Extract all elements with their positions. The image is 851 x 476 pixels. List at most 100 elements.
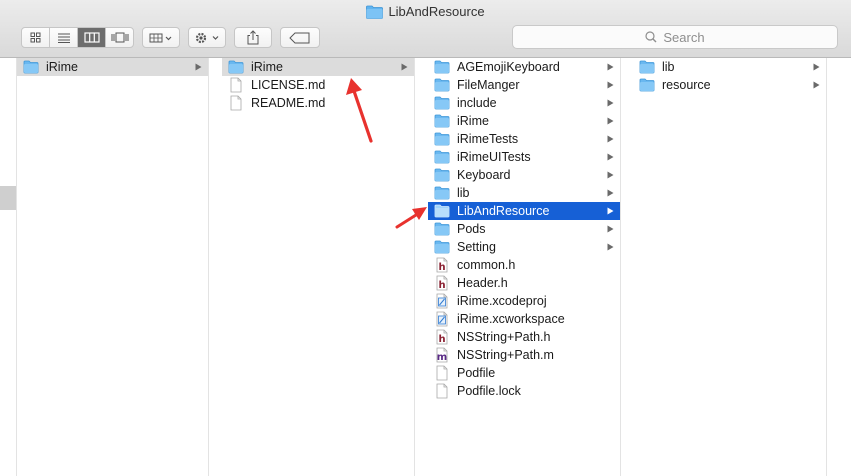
disclosure-arrow — [606, 207, 614, 215]
folder-row[interactable]: iRimeUITests — [428, 148, 620, 166]
toolbar: LibAndResource Search — [0, 0, 851, 58]
disclosure-arrow — [606, 243, 614, 251]
cover-flow-view-button[interactable] — [106, 28, 133, 47]
file-row[interactable]: README.md — [222, 94, 414, 112]
row-icon: m — [434, 347, 450, 363]
row-icon — [434, 203, 450, 219]
folder-row[interactable]: iRime — [428, 112, 620, 130]
disclosure-arrow — [606, 99, 614, 107]
disclosure-arrow-icon — [607, 117, 613, 125]
header-file-icon: h — [436, 275, 448, 291]
disclosure-arrow — [194, 63, 202, 71]
annotation-arrow-up — [346, 78, 373, 143]
document-icon — [230, 77, 242, 93]
file-row[interactable]: h Header.h — [428, 274, 620, 292]
row-icon — [434, 185, 450, 201]
folder-icon — [434, 150, 450, 164]
row-icon — [434, 59, 450, 75]
file-row[interactable]: Podfile — [428, 364, 620, 382]
action-button[interactable] — [188, 27, 226, 48]
icon-view-button[interactable] — [22, 28, 50, 47]
header-file-icon: h — [436, 329, 448, 345]
row-label: iRime — [251, 60, 283, 74]
column-3: AGEmojiKeyboard FileManger include iRime iRi… — [428, 58, 621, 476]
search-icon — [645, 31, 657, 43]
annotation-arrow-right — [395, 207, 427, 229]
row-label: Keyboard — [457, 168, 511, 182]
disclosure-arrow — [606, 189, 614, 197]
folder-row[interactable]: AGEmojiKeyboard — [428, 58, 620, 76]
row-icon — [434, 77, 450, 93]
row-label: iRime.xcworkspace — [457, 312, 565, 326]
folder-icon — [434, 222, 450, 236]
row-icon — [434, 149, 450, 165]
row-label: resource — [662, 78, 711, 92]
folder-icon — [434, 168, 450, 182]
list-icon — [57, 33, 70, 43]
row-icon: h — [434, 257, 450, 273]
column-1: iRime — [17, 58, 209, 476]
folder-row[interactable]: Pods — [428, 220, 620, 238]
document-icon — [436, 365, 448, 381]
row-label: NSString+Path.m — [457, 348, 554, 362]
folder-row[interactable]: lib — [633, 58, 826, 76]
row-label: include — [457, 96, 497, 110]
list-view-button[interactable] — [50, 28, 78, 47]
row-icon — [434, 311, 450, 327]
window-title-text: LibAndResource — [388, 4, 485, 19]
arrange-button[interactable] — [142, 27, 180, 48]
folder-icon — [434, 240, 450, 254]
share-icon — [247, 30, 259, 45]
gear-icon — [195, 32, 219, 43]
view-mode-selector[interactable] — [21, 27, 134, 48]
folder-row[interactable]: Setting — [428, 238, 620, 256]
folder-row[interactable]: LibAndResource — [428, 202, 620, 220]
folder-row[interactable]: FileManger — [428, 76, 620, 94]
column-gutter — [0, 58, 17, 476]
folder-icon — [434, 204, 450, 218]
disclosure-arrow — [606, 117, 614, 125]
disclosure-arrow — [606, 225, 614, 233]
folder-icon — [23, 60, 39, 74]
svg-text:h: h — [438, 280, 445, 291]
row-label: iRime — [46, 60, 78, 74]
row-icon — [434, 131, 450, 147]
row-label: Header.h — [457, 276, 508, 290]
file-row[interactable]: iRime.xcodeproj — [428, 292, 620, 310]
disclosure-arrow — [606, 81, 614, 89]
document-icon — [436, 383, 448, 399]
folder-row[interactable]: Keyboard — [428, 166, 620, 184]
file-row[interactable]: LICENSE.md — [222, 76, 414, 94]
folder-row[interactable]: include — [428, 94, 620, 112]
folder-row[interactable]: iRime — [17, 58, 208, 76]
row-label: common.h — [457, 258, 516, 272]
row-icon — [434, 95, 450, 111]
row-label: iRimeTests — [457, 132, 519, 146]
row-icon — [434, 383, 450, 399]
xcodeproj-icon — [436, 293, 448, 309]
row-label: LICENSE.md — [251, 78, 326, 92]
header-file-icon: h — [436, 257, 448, 273]
tags-button[interactable] — [280, 27, 320, 48]
file-row[interactable]: iRime.xcworkspace — [428, 310, 620, 328]
folder-row[interactable]: resource — [633, 76, 826, 94]
share-button[interactable] — [234, 27, 272, 48]
finder-window: LibAndResource Search iRime iRime LICENS… — [0, 0, 851, 476]
row-icon — [434, 221, 450, 237]
column-2: iRime LICENSE.md README.md — [222, 58, 415, 476]
disclosure-arrow-icon — [607, 171, 613, 179]
column-view-button[interactable] — [78, 28, 106, 47]
folder-row[interactable]: lib — [428, 184, 620, 202]
folder-row[interactable]: iRime — [222, 58, 414, 76]
file-row[interactable]: m NSString+Path.m — [428, 346, 620, 364]
folder-row[interactable]: iRimeTests — [428, 130, 620, 148]
file-row[interactable]: h NSString+Path.h — [428, 328, 620, 346]
disclosure-arrow — [606, 135, 614, 143]
row-label: AGEmojiKeyboard — [457, 60, 560, 74]
row-icon — [639, 59, 655, 75]
file-row[interactable]: h common.h — [428, 256, 620, 274]
row-label: Setting — [457, 240, 496, 254]
search-field[interactable]: Search — [512, 25, 838, 49]
svg-text:m: m — [437, 352, 447, 363]
file-row[interactable]: Podfile.lock — [428, 382, 620, 400]
